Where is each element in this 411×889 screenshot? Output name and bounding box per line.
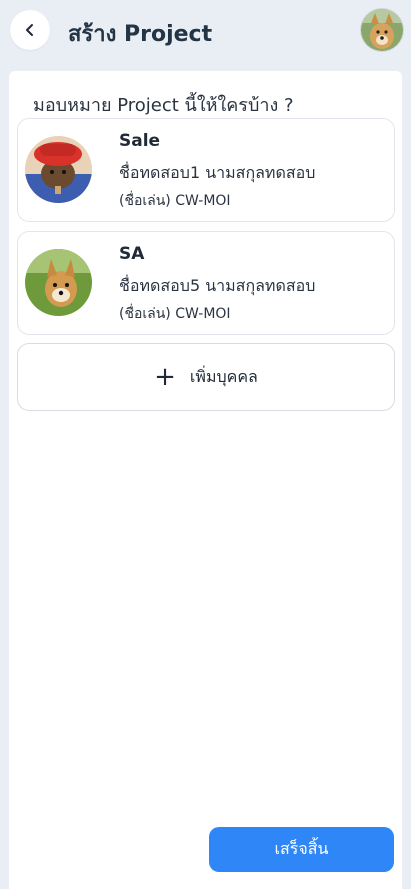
assign-question: มอบหมาย Project นี้ให้ใครบ้าง ?	[33, 95, 294, 116]
assignee-nickname: (ชื่อเล่น) CW-MOI	[119, 306, 231, 322]
finish-button[interactable]: เสร็จสิ้น	[209, 827, 394, 872]
assignee-nickname: (ชื่อเล่น) CW-MOI	[119, 193, 231, 209]
assignee-card-sale[interactable]: Sale ชื่อทดสอบ1 นามสกุลทดสอบ (ชื่อเล่น) …	[17, 118, 395, 222]
assignee-name: ชื่อทดสอบ5 นามสกุลทดสอบ	[119, 276, 316, 295]
add-person-label: เพิ่มบุคคล	[189, 366, 258, 386]
back-button[interactable]	[10, 10, 50, 50]
dog-red-hat-avatar	[25, 136, 92, 203]
add-person-button[interactable]: + เพิ่มบุคคล	[17, 343, 395, 411]
assignee-name: ชื่อทดสอบ1 นามสกุลทดสอบ	[119, 163, 316, 182]
header: สร้าง Project	[0, 0, 411, 62]
plus-icon: +	[154, 362, 176, 392]
dog-avatar-image	[361, 9, 403, 51]
assignee-role: Sale	[119, 131, 161, 151]
page-title: สร้าง Project	[68, 22, 213, 47]
assignee-card-sa[interactable]: SA ชื่อทดสอบ5 นามสกุลทดสอบ (ชื่อเล่น) CW…	[17, 231, 395, 335]
content-panel: มอบหมาย Project นี้ให้ใครบ้าง ? Sale ชื่…	[9, 71, 402, 889]
assignee-role: SA	[119, 244, 145, 264]
user-avatar[interactable]	[360, 8, 404, 52]
assignee-avatar	[25, 249, 92, 316]
chevron-left-icon	[26, 24, 33, 36]
assignee-avatar	[25, 136, 92, 203]
dog-grass-avatar	[25, 249, 92, 316]
